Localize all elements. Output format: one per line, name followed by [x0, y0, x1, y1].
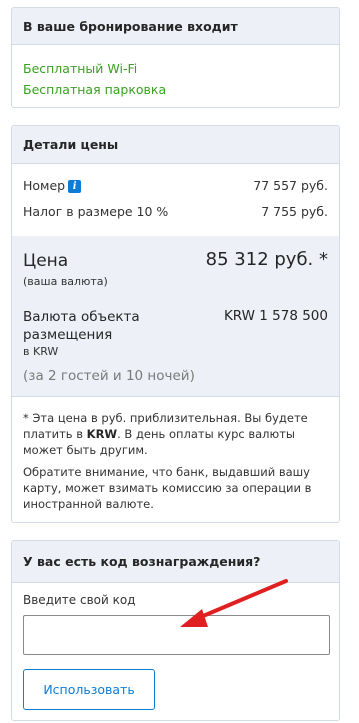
arrow-shaft	[194, 579, 288, 621]
arrow-annotation	[180, 579, 288, 627]
price-notes: * Эта цена в руб. приблизительная. Вы бу…	[12, 396, 339, 522]
free-parking-item: Бесплатная парковка	[23, 82, 167, 97]
price-label: Цена	[23, 251, 69, 271]
price-details-card: Детали цены Номер i 77 557 руб. Налог в р…	[11, 125, 340, 523]
currency-note: * Эта цена в руб. приблизительная. Вы бу…	[23, 410, 328, 458]
price-value: 85 312 руб. *	[205, 249, 328, 270]
tax-row: Налог в размере 10 % 7 755 руб.	[23, 204, 328, 219]
tax-label: Налог в размере 10 %	[23, 204, 169, 219]
price-sublabel: (ваша валюта)	[23, 275, 108, 288]
room-row: Номер i 77 557 руб.	[23, 178, 328, 193]
property-currency-label: Валюта объекта размещения	[23, 309, 140, 343]
price-details-title: Детали цены	[12, 126, 339, 164]
arrow-head	[180, 609, 208, 627]
code-input-label: Введите свой код	[23, 593, 136, 607]
room-label: Номер	[23, 178, 66, 193]
tax-value: 7 755 руб.	[261, 204, 328, 219]
use-code-button[interactable]: Использовать	[23, 669, 155, 710]
property-currency-value: KRW 1 578 500	[223, 308, 328, 324]
price-summary-band: Цена (ваша валюта) 85 312 руб. * Валюта …	[12, 236, 339, 522]
property-currency-sublabel: в KRW	[23, 345, 59, 358]
free-wifi-item: Бесплатный Wi-Fi	[23, 61, 138, 76]
bank-fee-note: Обратите внимание, что банк, выдавший ва…	[23, 465, 312, 511]
currency-note-code: KRW	[86, 427, 118, 441]
room-value: 77 557 руб.	[253, 178, 328, 193]
booking-includes-title: В ваше бронирование входит	[12, 8, 339, 45]
info-icon[interactable]: i	[68, 180, 82, 193]
guests-nights-text: (за 2 гостей и 10 ночей)	[23, 368, 195, 384]
booking-includes-card: В ваше бронирование входит Бесплатный Wi…	[11, 7, 340, 108]
